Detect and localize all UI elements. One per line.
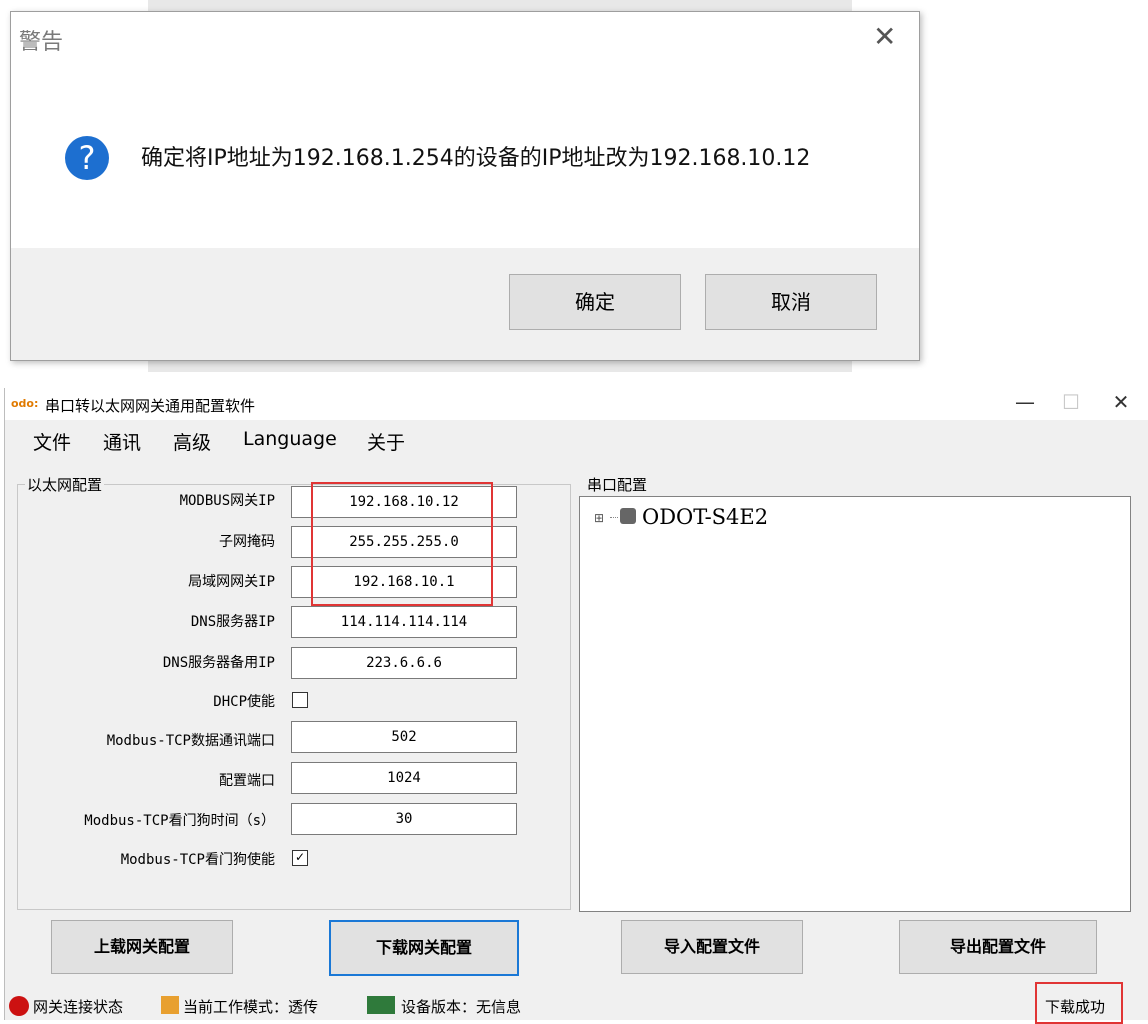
maximize-icon[interactable]: ☐ <box>1051 390 1091 418</box>
menu-file[interactable]: 文件 <box>33 428 71 455</box>
dhcp-checkbox[interactable] <box>292 692 308 708</box>
connection-status-label: 网关连接状态 <box>33 998 124 1016</box>
device-version-icon <box>367 996 395 1014</box>
highlight-box <box>311 482 493 606</box>
window-close-icon[interactable]: ✕ <box>1101 390 1141 418</box>
device-version-label: 设备版本：无信息 <box>401 998 522 1016</box>
serial-group-label: 串口配置 <box>585 474 650 495</box>
upload-config-button[interactable]: 上载网关配置 <box>51 920 233 974</box>
menu-language[interactable]: Language <box>243 428 337 450</box>
status-bar: 网关连接状态 当前工作模式：透传 设备版本：无信息 下载成功 <box>5 982 1148 1024</box>
dialog-ok-button[interactable]: 确定 <box>509 274 681 330</box>
background-window-fragment <box>148 0 852 11</box>
warning-dialog: 警告 ✕ ? 确定将IP地址为192.168.1.254的设备的IP地址改为19… <box>10 11 920 361</box>
connection-status-icon <box>9 996 29 1016</box>
field-label: MODBUS网关IP <box>179 493 275 509</box>
device-icon <box>620 508 636 524</box>
tree-expand-icon[interactable]: ⊞ <box>594 511 604 525</box>
window-title: 串口转以太网网关通用配置软件 <box>45 397 256 415</box>
watchdog-enable-checkbox[interactable]: ✓ <box>292 850 308 866</box>
work-mode-label: 当前工作模式：透传 <box>183 998 319 1016</box>
field-label: 子网掩码 <box>219 534 275 550</box>
tree-connector <box>610 517 618 518</box>
modbus-tcp-port-field[interactable]: 502 <box>291 721 517 753</box>
config-port-field[interactable]: 1024 <box>291 762 517 794</box>
question-icon: ? <box>65 136 109 180</box>
config-window: odo: 串口转以太网网关通用配置软件 — ☐ ✕ 文件 通讯 高级 Langu… <box>4 388 1148 1024</box>
dialog-message: 确定将IP地址为192.168.1.254的设备的IP地址改为192.168.1… <box>141 146 811 171</box>
export-config-button[interactable]: 导出配置文件 <box>899 920 1097 974</box>
dialog-cancel-button[interactable]: 取消 <box>705 274 877 330</box>
dialog-title: 警告 <box>19 30 64 55</box>
menu-comm[interactable]: 通讯 <box>103 428 141 455</box>
dns-server-ip-field[interactable]: 114.114.114.114 <box>291 606 517 638</box>
window-titlebar: odo: 串口转以太网网关通用配置软件 — ☐ ✕ <box>5 388 1148 420</box>
result-highlight-box <box>1035 982 1123 1024</box>
import-config-button[interactable]: 导入配置文件 <box>621 920 803 974</box>
field-label: Modbus-TCP看门狗时间（s） <box>84 813 275 829</box>
watchdog-time-field[interactable]: 30 <box>291 803 517 835</box>
menu-about[interactable]: 关于 <box>367 428 405 455</box>
mode-icon <box>161 996 179 1014</box>
menu-bar: 文件 通讯 高级 Language 关于 <box>5 420 1148 454</box>
field-label: 配置端口 <box>219 773 275 789</box>
download-config-button[interactable]: 下载网关配置 <box>329 920 519 976</box>
tree-root-node[interactable]: ODOT-S4E2 <box>642 505 768 529</box>
watchdog-enable-label: Modbus-TCP看门狗使能 <box>120 852 275 868</box>
serial-config-tree: ⊞ ODOT-S4E2 <box>579 496 1131 912</box>
app-icon: odo: <box>11 397 39 410</box>
dns-backup-ip-field[interactable]: 223.6.6.6 <box>291 647 517 679</box>
field-label: DNS服务器备用IP <box>162 655 275 671</box>
field-label: Modbus-TCP数据通讯端口 <box>106 733 275 749</box>
dialog-close-icon[interactable]: ✕ <box>873 20 896 53</box>
dhcp-label: DHCP使能 <box>213 694 275 710</box>
menu-advanced[interactable]: 高级 <box>173 428 211 455</box>
minimize-icon[interactable]: — <box>1005 390 1045 418</box>
field-label: DNS服务器IP <box>190 614 275 630</box>
field-label: 局域网网关IP <box>188 574 275 590</box>
